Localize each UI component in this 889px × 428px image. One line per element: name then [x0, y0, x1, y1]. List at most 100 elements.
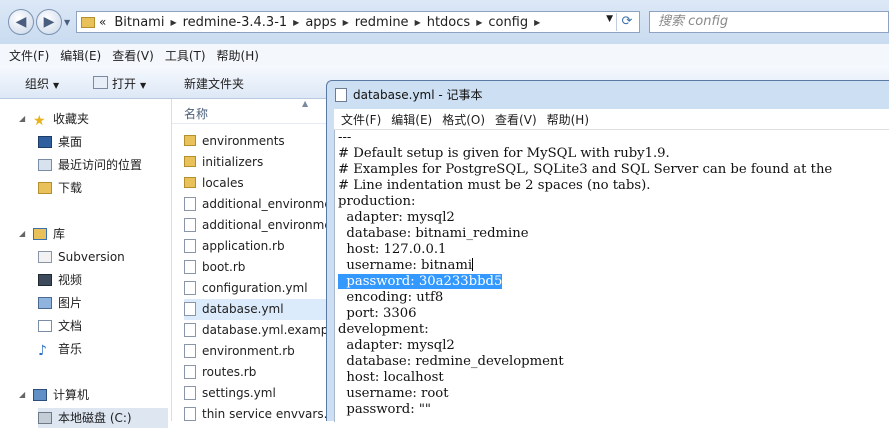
recent-pages-dropdown[interactable]: ▼: [64, 18, 70, 27]
menu-help[interactable]: 帮助(H): [217, 47, 259, 64]
pictures-icon: [38, 297, 52, 309]
breadcrumb-item[interactable]: htdocs: [427, 15, 470, 30]
address-dropdown-icon[interactable]: ▼: [606, 14, 613, 24]
file-item[interactable]: database.yml.example: [184, 320, 344, 341]
star-icon: ★: [33, 113, 46, 129]
file-name: additional_environment: [202, 218, 344, 232]
text-caret: [472, 258, 474, 271]
file-name: boot.rb: [202, 260, 246, 274]
recent-places-icon: [38, 159, 52, 171]
nav-libraries[interactable]: ◢ 库: [19, 224, 65, 244]
file-item[interactable]: thin service envvars.: [184, 404, 344, 425]
file-item[interactable]: locales: [184, 173, 344, 194]
file-item[interactable]: environments: [184, 131, 344, 152]
collapse-icon[interactable]: ◢: [19, 385, 25, 405]
file-item[interactable]: application.rb: [184, 236, 344, 257]
editor-line: # Default setup is given for MySQL with …: [338, 146, 670, 161]
nav-label: 文档: [58, 319, 83, 333]
nav-label: 下载: [58, 181, 83, 195]
text-editor[interactable]: --- # Default setup is given for MySQL wi…: [334, 130, 889, 422]
nav-favorites[interactable]: ◢ ★ 收藏夹: [19, 109, 89, 129]
chevron-right-icon[interactable]: ▶: [293, 18, 299, 27]
chevron-right-icon[interactable]: ▶: [534, 18, 540, 27]
file-item[interactable]: boot.rb: [184, 257, 344, 278]
file-item[interactable]: settings.yml: [184, 383, 344, 404]
new-folder-button[interactable]: 新建文件夹: [184, 75, 244, 92]
nav-subversion[interactable]: Subversion: [38, 247, 125, 267]
editor-text[interactable]: --- # Default setup is given for MySQL wi…: [335, 130, 889, 418]
file-item[interactable]: routes.rb: [184, 362, 344, 383]
selected-text[interactable]: password: 30a233bbd5: [338, 274, 503, 289]
menu-tools[interactable]: 工具(T): [165, 47, 206, 64]
menu-view[interactable]: 查看(V): [112, 47, 154, 64]
notepad-titlebar[interactable]: database.yml - 记事本: [335, 86, 483, 103]
forward-button[interactable]: ▶: [36, 9, 62, 35]
notepad-window: database.yml - 记事本 文件(F) 编辑(E) 格式(O) 查看(…: [326, 80, 889, 422]
folder-icon: [81, 16, 95, 28]
organize-label: 组织: [25, 77, 50, 91]
nav-documents[interactable]: 文档: [38, 316, 82, 336]
file-item[interactable]: initializers: [184, 152, 344, 173]
refresh-button[interactable]: ⟳: [616, 13, 637, 31]
organize-button[interactable]: 组织 ▼: [25, 75, 59, 92]
file-item[interactable]: database.yml: [184, 299, 344, 320]
column-header[interactable]: 名称 ▲: [172, 99, 332, 124]
file-item[interactable]: additional_environment: [184, 215, 344, 236]
file-item[interactable]: additional_environment: [184, 194, 344, 215]
chevron-right-icon[interactable]: ▶: [415, 18, 421, 27]
editor-line: password: "": [338, 402, 431, 417]
navigation-pane: ◢ ★ 收藏夹 桌面 最近访问的位置 下载 ◢ 库 Subversion 视频 图…: [0, 99, 172, 428]
nav-local-disk[interactable]: 本地磁盘 (C:): [38, 408, 168, 428]
breadcrumb-item[interactable]: Bitnami: [114, 15, 164, 30]
nav-computer[interactable]: ◢ 计算机: [19, 385, 89, 405]
open-icon: [93, 76, 108, 89]
computer-icon: [33, 389, 47, 401]
chevron-right-icon[interactable]: ▶: [343, 18, 349, 27]
chevron-right-icon[interactable]: ▶: [170, 18, 176, 27]
editor-line: database: bitnami_redmine: [338, 226, 529, 241]
nav-music[interactable]: ♪ 音乐: [38, 339, 82, 359]
np-menu-file[interactable]: 文件(F): [341, 111, 381, 128]
editor-line: # Line indentation must be 2 spaces (no …: [338, 178, 651, 193]
file-icon: [184, 281, 196, 295]
nav-label: 最近访问的位置: [58, 158, 143, 172]
breadcrumb-overflow[interactable]: «: [99, 15, 106, 29]
nav-desktop[interactable]: 桌面: [38, 132, 82, 152]
np-menu-edit[interactable]: 编辑(E): [391, 111, 432, 128]
file-item[interactable]: environment.rb: [184, 341, 344, 362]
menu-file[interactable]: 文件(F): [9, 47, 49, 64]
np-menu-format[interactable]: 格式(O): [442, 111, 485, 128]
np-menu-view[interactable]: 查看(V): [495, 111, 537, 128]
np-menu-help[interactable]: 帮助(H): [547, 111, 589, 128]
chevron-down-icon: ▼: [140, 81, 147, 90]
back-button[interactable]: ◀: [8, 9, 34, 35]
file-item[interactable]: configuration.yml: [184, 278, 344, 299]
collapse-icon[interactable]: ◢: [19, 224, 25, 244]
collapse-icon[interactable]: ◢: [19, 109, 25, 129]
open-label: 打开: [112, 77, 137, 91]
chevron-right-icon[interactable]: ▶: [476, 18, 482, 27]
breadcrumb-item[interactable]: redmine-3.4.3-1: [183, 15, 288, 30]
window-title: database.yml - 记事本: [353, 88, 483, 102]
nav-recent[interactable]: 最近访问的位置: [38, 155, 142, 175]
nav-downloads[interactable]: 下载: [38, 178, 82, 198]
file-name: thin service envvars.: [202, 407, 328, 421]
editor-line: host: 127.0.0.1: [338, 242, 447, 257]
file-icon: [184, 197, 196, 211]
nav-label: 桌面: [58, 135, 83, 149]
address-row: ◀ ▶ ▼ « Bitnami ▶ redmine-3.4.3-1 ▶ apps ▶ …: [0, 0, 889, 44]
file-name: settings.yml: [202, 386, 276, 400]
address-bar[interactable]: « Bitnami ▶ redmine-3.4.3-1 ▶ apps ▶ redmin…: [76, 11, 640, 33]
column-name[interactable]: 名称: [184, 105, 208, 122]
nav-pictures[interactable]: 图片: [38, 293, 82, 313]
editor-line: host: localhost: [338, 370, 444, 385]
nav-videos[interactable]: 视频: [38, 270, 82, 290]
file-name: routes.rb: [202, 365, 257, 379]
breadcrumb-item[interactable]: redmine: [355, 15, 409, 30]
menu-edit[interactable]: 编辑(E): [60, 47, 101, 64]
open-button[interactable]: 打开 ▼: [93, 75, 146, 92]
search-input[interactable]: 搜索 config: [649, 11, 889, 33]
breadcrumb-item[interactable]: config: [488, 15, 528, 30]
editor-line-with-caret: username: bitnami: [338, 258, 889, 274]
breadcrumb-item[interactable]: apps: [305, 15, 336, 30]
